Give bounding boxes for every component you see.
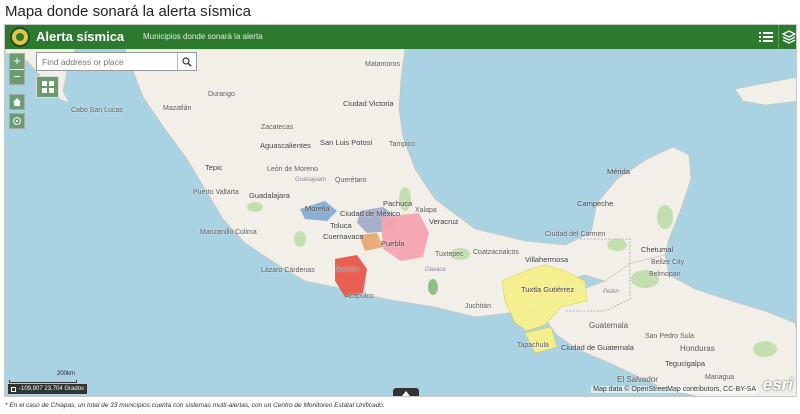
search-button[interactable] — [177, 53, 196, 70]
expand-panel-button[interactable] — [393, 388, 419, 396]
place-label: Belize City — [651, 259, 685, 266]
place-label: Guatemala — [589, 321, 629, 330]
place-label: Colima — [235, 229, 257, 236]
place-label: Tampico — [389, 141, 416, 148]
water-spot — [544, 171, 556, 183]
place-label: Ciudad Victoria — [343, 99, 394, 108]
place-label: Veracruz — [429, 217, 459, 226]
place-label: Cuernavaca — [323, 232, 364, 241]
place-label: Campeche — [577, 199, 614, 208]
page-title: Mapa donde sonará la alerta sísmica — [5, 3, 251, 20]
layers-button[interactable] — [778, 25, 796, 49]
place-label: Tuxtla Gutiérrez — [521, 285, 575, 294]
grid-icon — [41, 81, 54, 93]
place-label: Cabo San Lucas — [71, 107, 123, 114]
place-label: Morelia — [305, 204, 330, 213]
search-icon — [182, 56, 192, 67]
alert-zone-chiapas-south — [524, 326, 558, 354]
place-label: Durango — [208, 91, 235, 98]
layers-icon — [781, 30, 796, 44]
coordinate-value: -109,907 23,704 Grados — [19, 386, 85, 392]
green-area — [294, 231, 306, 247]
water-spot — [719, 181, 727, 189]
place-label: Petén — [603, 289, 619, 295]
place-label: San Luis Potosí — [320, 138, 373, 147]
mexico-land — [124, 49, 692, 318]
search-input[interactable] — [37, 53, 178, 70]
list-button[interactable] — [756, 25, 776, 49]
scale-line — [9, 380, 77, 383]
water-spot — [730, 152, 740, 162]
green-area — [607, 239, 627, 251]
place-label: Juchitán — [465, 303, 492, 310]
chevron-up-icon — [402, 390, 410, 396]
esri-logo: esri — [762, 375, 793, 394]
map-app: Alerta sísmica Municipios donde sonará l… — [4, 24, 797, 397]
place-label: El Salvador — [617, 375, 658, 384]
green-area — [428, 279, 438, 295]
place-label: Querétaro — [335, 177, 367, 184]
place-label: Tapachula — [517, 342, 549, 349]
green-area — [247, 202, 263, 212]
place-label: Managua — [705, 374, 735, 381]
place-label: Puebla — [381, 239, 405, 248]
place-label: Mérida — [607, 167, 630, 176]
place-label: Honduras — [680, 344, 715, 353]
home-icon — [13, 98, 21, 106]
place-label: Xalapa — [415, 207, 437, 214]
locate-button[interactable] — [9, 113, 25, 129]
place-label: Tegucigalpa — [665, 359, 706, 368]
place-label: Toluca — [330, 221, 352, 230]
basemap-gallery-button[interactable] — [36, 76, 59, 98]
place-label: Villahermosa — [525, 255, 569, 264]
place-label: Acapulco — [345, 293, 374, 300]
zoom-control: + − — [9, 53, 25, 85]
place-label: Tuxtepec — [435, 251, 464, 258]
place-label: Chetumal — [641, 245, 674, 254]
map-view[interactable]: Durango Mazatlán Zacatecas Cabo San Luca… — [5, 49, 796, 396]
search-box — [36, 52, 197, 71]
zoom-out-button[interactable]: − — [10, 69, 24, 84]
place-label: Puerto Vallarta — [193, 189, 239, 196]
place-label: Coatzacoalcos — [473, 249, 519, 256]
app-subtitle: Municipios donde sonará la alerta — [143, 32, 263, 41]
place-label: Aguascalientes — [260, 141, 311, 150]
place-label: Guadalajara — [249, 191, 290, 200]
place-label: Manzanillo — [200, 229, 234, 236]
map-attribution: Map data © OpenStreetMap contributors, C… — [591, 386, 758, 393]
list-icon — [759, 32, 773, 42]
coordinate-readout[interactable]: -109,907 23,704 Grados — [8, 384, 88, 394]
scale-label: 200km — [57, 371, 76, 377]
seal-logo-icon — [10, 27, 30, 47]
place-label: Pachuca — [383, 199, 413, 208]
place-label: Ciudad de México — [340, 209, 401, 218]
place-label: Tepic — [205, 163, 223, 172]
basemap — [5, 49, 796, 396]
cuba-land — [734, 77, 796, 106]
place-label: Lázaro Cárdenas — [261, 267, 315, 274]
footnote: * En el caso de Chiapas, un total de 33 … — [5, 402, 385, 409]
place-label: Zacatecas — [261, 124, 294, 131]
zoom-in-button[interactable]: + — [10, 54, 24, 69]
place-label: Guanajuato — [295, 177, 327, 183]
locate-icon — [13, 117, 21, 125]
green-area — [753, 341, 777, 357]
place-label: Matamoros — [365, 61, 401, 68]
place-label: Belmopan — [649, 271, 681, 278]
place-label: Mazatlán — [163, 105, 192, 112]
app-header: Alerta sísmica Municipios donde sonará l… — [5, 25, 796, 49]
green-area — [657, 205, 673, 229]
place-label: León de Moreno — [267, 166, 318, 173]
water-spot — [765, 248, 775, 258]
place-label: Ciudad de Guatemala — [561, 343, 634, 352]
coordinate-toggle-icon — [11, 386, 16, 392]
place-label: Oaxaca — [425, 267, 446, 273]
home-button[interactable] — [9, 94, 25, 110]
app-title: Alerta sísmica — [36, 29, 125, 44]
place-label: Guerrero — [335, 267, 360, 273]
place-label: Ciudad del Carmen — [545, 231, 606, 238]
place-label: San Pedro Sula — [645, 333, 695, 340]
